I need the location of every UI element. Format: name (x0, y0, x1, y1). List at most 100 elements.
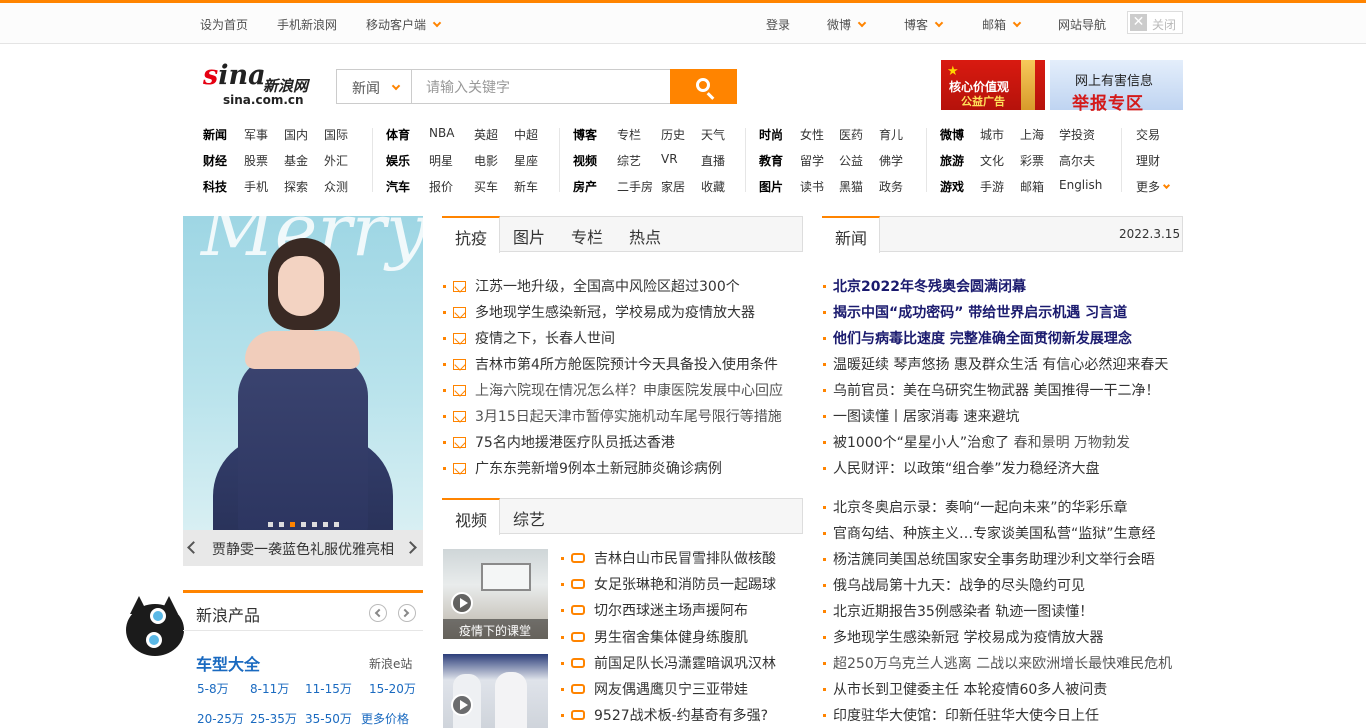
ad-core-values[interactable]: ★ 核心价值观 公益广告 (941, 60, 1045, 110)
price-link[interactable]: 11-15万 (305, 680, 352, 697)
tab-pictures[interactable]: 图片 (513, 217, 545, 252)
search-input[interactable] (411, 69, 671, 104)
nav-channel-heading[interactable]: 房产 (573, 178, 597, 195)
nav-channel-link[interactable]: 手游 (980, 178, 1004, 195)
nav-channel-heading[interactable]: 微博 (940, 126, 964, 143)
slide-dot[interactable] (289, 522, 295, 527)
news-item[interactable]: 从市长到卫健委主任 本轮疫情60多人被问责 (833, 679, 1107, 699)
mail-menu[interactable]: 邮箱 (982, 16, 1022, 33)
nav-channel-heading[interactable]: 娱乐 (386, 152, 410, 169)
nav-channel-link[interactable]: 邮箱 (1020, 178, 1044, 195)
slide-dot[interactable] (300, 522, 306, 527)
price-link[interactable]: 15-20万 (369, 680, 416, 697)
slide-dot[interactable] (333, 522, 339, 527)
nav-channel-link[interactable]: 英超 (474, 126, 498, 143)
news-item[interactable]: 温暖延续 琴声悠扬 惠及群众生活 有信心必然迎来春天 (833, 354, 1168, 374)
search-scope-select[interactable]: 新闻 (336, 69, 412, 104)
nav-channel-link[interactable]: 众测 (324, 178, 348, 195)
tab-columns[interactable]: 专栏 (571, 217, 603, 252)
slide-dot[interactable] (322, 522, 328, 527)
price-link[interactable]: 5-8万 (197, 680, 229, 697)
nav-channel-heading[interactable]: 旅游 (940, 152, 964, 169)
sina-logo[interactable]: sina 新浪网 sina.com.cn (203, 60, 318, 110)
nav-channel-link[interactable]: 育儿 (879, 126, 903, 143)
nav-channel-link[interactable]: 手机 (244, 178, 268, 195)
nav-channel-link[interactable]: 政务 (879, 178, 903, 195)
news-item[interactable]: 俄乌战局第十九天：战争的尽头隐约可见 (833, 575, 1085, 595)
mobile-client-menu[interactable]: 移动客户端 (366, 16, 442, 33)
news-item[interactable]: 吉林市第4所方舱医院预计今天具备投入使用条件 (453, 354, 778, 374)
nav-channel-link[interactable]: 历史 (661, 126, 685, 143)
nav-channel-link[interactable]: 报价 (429, 178, 453, 195)
login-link[interactable]: 登录 (766, 16, 790, 33)
nav-channel-link[interactable]: 收藏 (701, 178, 725, 195)
news-item[interactable]: 北京冬奥启示录：奏响“一起向未来”的华彩乐章 (833, 497, 1128, 517)
nav-channel-link[interactable]: 公益 (839, 152, 863, 169)
nav-channel-heading[interactable]: 汽车 (386, 178, 410, 195)
price-link[interactable]: 25-35万 (250, 710, 297, 727)
video-thumbnail[interactable] (443, 654, 548, 728)
nav-channel-link[interactable]: 基金 (284, 152, 308, 169)
video-item[interactable]: 切尔西球迷主场声援阿布 (571, 600, 748, 620)
nav-channel-link[interactable]: 买车 (474, 178, 498, 195)
nav-channel-link[interactable]: 彩票 (1020, 152, 1044, 169)
news-item[interactable]: 杨洁篪同美国总统国家安全事务助理沙利文举行会晤 (833, 549, 1155, 569)
nav-channel-heading[interactable]: 视频 (573, 152, 597, 169)
blog-menu[interactable]: 博客 (904, 16, 944, 33)
tab-video[interactable]: 视频 (442, 498, 500, 535)
news-item[interactable]: 广东东莞新增9例本土新冠肺炎确诊病例 (453, 458, 722, 478)
video-item[interactable]: 男生宿舍集体健身练腹肌 (571, 627, 748, 647)
news-item[interactable]: 多地现学生感染新冠 学校易成为疫情放大器 (833, 627, 1103, 647)
nav-channel-heading[interactable]: 游戏 (940, 178, 964, 195)
slide-dot[interactable] (267, 522, 273, 527)
video-item[interactable]: 9527战术板-约基奇有多强? (571, 705, 768, 725)
nav-channel-link[interactable]: 城市 (980, 126, 1004, 143)
nav-channel-link[interactable]: 国内 (284, 126, 308, 143)
nav-channel-heading[interactable]: 科技 (203, 178, 227, 195)
news-item[interactable]: 江苏一地升级，全国高中风险区超过300个 (453, 276, 740, 296)
video-thumbnail[interactable]: 疫情下的课堂 (443, 549, 548, 639)
nav-channel-link[interactable]: 黑猫 (839, 178, 863, 195)
slide-dot[interactable] (311, 522, 317, 527)
set-home-link[interactable]: 设为首页 (200, 16, 248, 33)
nav-channel-link[interactable]: 医药 (839, 126, 863, 143)
nav-channel-link[interactable]: 读书 (800, 178, 824, 195)
nav-channel-link[interactable]: 留学 (800, 152, 824, 169)
video-item[interactable]: 前国足队长冯潇霆暗讽巩汉林 (571, 653, 776, 673)
nav-channel-link[interactable]: NBA (429, 126, 454, 140)
nav-finance[interactable]: 理财 (1136, 152, 1160, 169)
nav-channel-link[interactable]: English (1059, 178, 1102, 192)
news-item[interactable]: 揭示中国“成功密码” 带给世界启示机遇 习言道 (833, 302, 1127, 322)
tab-hot[interactable]: 热点 (629, 217, 661, 252)
nav-channel-link[interactable]: 股票 (244, 152, 268, 169)
prev-button[interactable] (369, 604, 387, 622)
weibo-menu[interactable]: 微博 (827, 16, 867, 33)
nav-channel-link[interactable]: 文化 (980, 152, 1004, 169)
nav-channel-link[interactable]: 探索 (284, 178, 308, 195)
tab-antiepidemic[interactable]: 抗疫 (442, 216, 500, 253)
nav-more[interactable]: 更多 (1136, 178, 1171, 195)
nav-channel-link[interactable]: VR (661, 152, 678, 166)
site-nav-link[interactable]: 网站导航 (1058, 16, 1106, 33)
mobile-sina-link[interactable]: 手机新浪网 (277, 16, 337, 33)
photo-slideshow[interactable]: Merry 贾静雯一袭蓝色礼服优雅亮相 (183, 216, 423, 566)
nav-channel-link[interactable]: 新车 (514, 178, 538, 195)
nav-channel-link[interactable]: 明星 (429, 152, 453, 169)
ad-report-harmful[interactable]: 网上有害信息 举报专区 (1050, 60, 1183, 114)
chevron-left-icon[interactable] (187, 541, 200, 554)
nav-channel-link[interactable]: 天气 (701, 126, 725, 143)
nav-channel-link[interactable]: 中超 (514, 126, 538, 143)
nav-channel-link[interactable]: 佛学 (879, 152, 903, 169)
black-cat-mascot[interactable] (120, 596, 184, 660)
nav-channel-link[interactable]: 直播 (701, 152, 725, 169)
nav-trade[interactable]: 交易 (1136, 126, 1160, 143)
slide-dot[interactable] (278, 522, 284, 527)
news-item[interactable]: 3月15日起天津市暂停实施机动车尾号限行等措施 (453, 406, 782, 426)
news-item[interactable]: 被1000个“星星小人”治愈了 春和景明 万物勃发 (833, 432, 1130, 452)
nav-channel-link[interactable]: 综艺 (617, 152, 641, 169)
tab-news[interactable]: 新闻 (822, 216, 880, 253)
slide-caption[interactable]: 贾静雯一袭蓝色礼服优雅亮相 (212, 539, 394, 559)
tab-variety[interactable]: 综艺 (513, 499, 545, 534)
news-item[interactable]: 75名内地援港医疗队员抵达香港 (453, 432, 675, 452)
news-item[interactable]: 印度驻华大使馆：印新任驻华大使今日上任 (833, 705, 1099, 725)
